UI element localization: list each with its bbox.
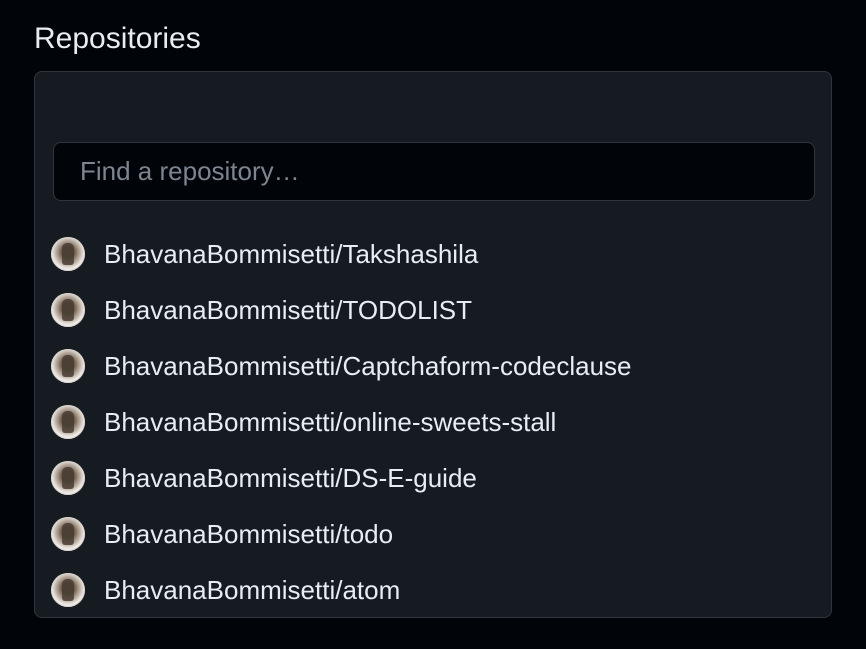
repository-list: BhavanaBommisetti/Takshashila BhavanaBom… — [51, 226, 632, 618]
search-input[interactable] — [53, 142, 815, 201]
list-item: BhavanaBommisetti/TODOLIST — [51, 282, 632, 338]
repository-name: DS-E-guide — [342, 463, 477, 493]
repository-owner: BhavanaBommisetti — [104, 407, 336, 437]
repository-owner: BhavanaBommisetti — [104, 351, 336, 381]
repository-name: TODOLIST — [342, 295, 473, 325]
list-item: BhavanaBommisetti/Captchaform-codeclause — [51, 338, 632, 394]
repository-owner: BhavanaBommisetti — [104, 295, 336, 325]
repositories-page: Repositories BhavanaBommisetti/Takshashi… — [0, 0, 866, 649]
repository-name: atom — [342, 575, 401, 605]
repository-name: Captchaform-codeclause — [342, 351, 632, 381]
list-item: BhavanaBommisetti/atom — [51, 562, 632, 618]
repository-link[interactable]: BhavanaBommisetti/todo — [104, 518, 393, 550]
repository-owner: BhavanaBommisetti — [104, 239, 336, 269]
list-item: BhavanaBommisetti/Takshashila — [51, 226, 632, 282]
avatar[interactable] — [51, 517, 85, 551]
repository-link[interactable]: BhavanaBommisetti/Captchaform-codeclause — [104, 350, 632, 382]
repositories-panel: BhavanaBommisetti/Takshashila BhavanaBom… — [34, 71, 832, 618]
avatar[interactable] — [51, 349, 85, 383]
list-item: BhavanaBommisetti/DS-E-guide — [51, 450, 632, 506]
avatar[interactable] — [51, 237, 85, 271]
list-item: BhavanaBommisetti/online-sweets-stall — [51, 394, 632, 450]
avatar[interactable] — [51, 461, 85, 495]
repository-link[interactable]: BhavanaBommisetti/atom — [104, 574, 400, 606]
avatar[interactable] — [51, 573, 85, 607]
repository-name: Takshashila — [342, 239, 479, 269]
repository-link[interactable]: BhavanaBommisetti/Takshashila — [104, 238, 478, 270]
repository-link[interactable]: BhavanaBommisetti/online-sweets-stall — [104, 406, 556, 438]
repository-link[interactable]: BhavanaBommisetti/TODOLIST — [104, 294, 472, 326]
section-title: Repositories — [34, 22, 201, 55]
repository-owner: BhavanaBommisetti — [104, 519, 336, 549]
repository-owner: BhavanaBommisetti — [104, 575, 336, 605]
list-item: BhavanaBommisetti/todo — [51, 506, 632, 562]
repository-owner: BhavanaBommisetti — [104, 463, 336, 493]
avatar[interactable] — [51, 293, 85, 327]
repository-name: online-sweets-stall — [342, 407, 557, 437]
repository-link[interactable]: BhavanaBommisetti/DS-E-guide — [104, 462, 477, 494]
avatar[interactable] — [51, 405, 85, 439]
repository-name: todo — [342, 519, 394, 549]
